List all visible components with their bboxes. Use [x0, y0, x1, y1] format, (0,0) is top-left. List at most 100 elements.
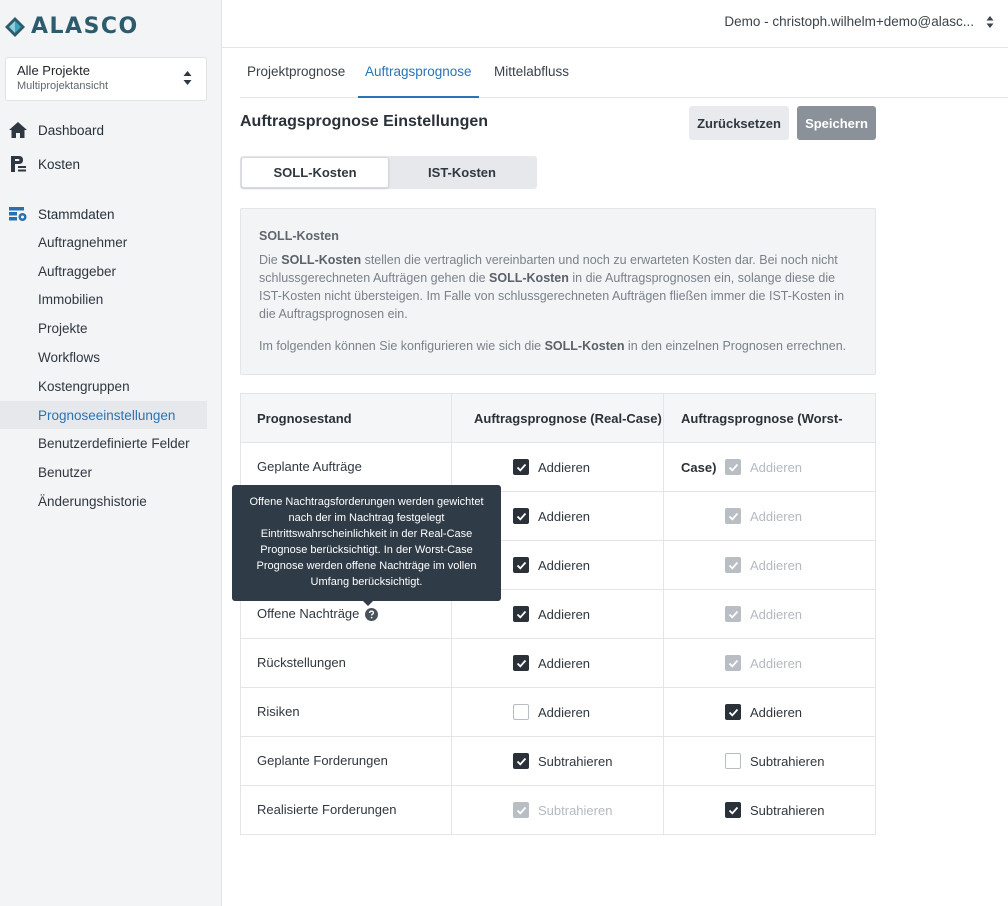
checkbox-cell-real[interactable]: Addieren [513, 590, 590, 638]
project-select-subtitle: Multiprojektansicht [17, 80, 109, 92]
cost-type-toggle: SOLL-Kosten IST-Kosten [240, 156, 537, 189]
checkbox-cell-worst[interactable]: Addieren [725, 688, 802, 736]
info-emphasis: SOLL-Kosten [544, 339, 625, 353]
updown-caret-icon [183, 71, 192, 85]
checkbox-worst[interactable] [725, 802, 741, 818]
checkbox-label: Subtrahieren [538, 802, 613, 818]
checkbox-cell-real[interactable]: Addieren [513, 443, 590, 491]
row-label-text: Geplante Forderungen [257, 753, 388, 768]
nav-label-stammdaten: Stammdaten [38, 206, 115, 222]
sidebar-item-prognoseeinstellungen[interactable]: Prognoseeinstellungen [0, 401, 207, 429]
row-label-text: Realisierte Forderungen [257, 802, 397, 817]
column-header-real-case: Auftragsprognose (Real-Case) [474, 411, 662, 426]
checkbox-label: Addieren [750, 459, 803, 475]
checkbox-real [513, 802, 529, 818]
user-select[interactable]: Demo - christoph.wilhelm+demo@alasc... [724, 14, 994, 29]
tooltip-line: nach der im Nachtrag festgelegt [288, 512, 445, 524]
checkbox-cell-worst[interactable]: Subtrahieren [725, 786, 824, 834]
row-label-text: Risiken [257, 704, 300, 719]
checkbox-real[interactable] [513, 655, 529, 671]
tooltip-line: Prognose berücksichtigt. In der Worst-Ca… [260, 544, 473, 556]
checkbox-label: Addieren [750, 704, 803, 720]
home-icon [9, 122, 27, 138]
sidebar-item-kostengruppen[interactable]: Kostengruppen [0, 372, 207, 400]
checkbox-real[interactable] [513, 508, 529, 524]
sidebar-item-benutzer[interactable]: Benutzer [0, 458, 207, 486]
row-label: Realisierte Forderungen [257, 786, 396, 834]
checkbox-cell-real[interactable]: Subtrahieren [513, 737, 612, 785]
reset-button[interactable]: Zurücksetzen [689, 106, 789, 140]
topbar: Demo - christoph.wilhelm+demo@alasc... [222, 0, 1008, 48]
table-header: Prognosestand Auftragsprognose (Real-Cas… [241, 394, 875, 475]
table-row: Rückstellungen Addieren Addieren [241, 639, 875, 688]
sidebar-item-immobilien[interactable]: Immobilien [0, 285, 207, 313]
checkbox-cell-real[interactable]: Addieren [513, 492, 590, 540]
tooltip-line: Eintrittswahrscheinlichkeit in der Real-… [260, 528, 473, 540]
checkbox-cell-worst: Addieren [725, 492, 802, 540]
sidebar-item-workflows[interactable]: Workflows [0, 343, 207, 371]
sidebar-item-projekte[interactable]: Projekte [0, 314, 207, 342]
checkbox-real[interactable] [513, 753, 529, 769]
checkbox-worst [725, 508, 741, 524]
checkbox-cell-worst[interactable]: Subtrahieren [725, 737, 824, 785]
checkbox-worst[interactable] [725, 704, 741, 720]
checkbox-label: Addieren [538, 655, 591, 671]
info-text: in den einzelnen Prognosen errechnen. [624, 339, 847, 353]
tab-mittelabfluss[interactable]: Mittelabfluss [487, 48, 576, 98]
sidebar-item-auftragnehmer[interactable]: Auftragnehmer [0, 228, 207, 256]
checkbox-cell-worst: Addieren [725, 443, 802, 491]
column-divider [663, 394, 664, 834]
checkbox-real[interactable] [513, 557, 529, 573]
toggle-ist-kosten[interactable]: IST-Kosten [388, 156, 536, 189]
nav-item-stammdaten[interactable]: Stammdaten [0, 201, 221, 227]
info-paragraph-1: Die SOLL-Kosten stellen die vertraglich … [259, 251, 857, 323]
column-divider [451, 394, 452, 834]
checkbox-real[interactable] [513, 459, 529, 475]
checkbox-label: Addieren [538, 606, 591, 622]
tooltip-line: Prognose werden offene Nachträge im voll… [256, 560, 477, 572]
column-header-worst-case: Auftragsprognose (Worst-Case) [681, 411, 843, 475]
toggle-soll-kosten[interactable]: SOLL-Kosten [241, 157, 389, 188]
checkbox-label: Addieren [750, 508, 803, 524]
project-select[interactable]: Alle Projekte Multiprojektansicht [5, 57, 207, 101]
info-title: SOLL-Kosten [259, 229, 339, 243]
nav-item-dashboard[interactable]: Dashboard [0, 117, 221, 143]
info-box: SOLL-Kosten Die SOLL-Kosten stellen die … [240, 208, 876, 375]
checkbox-cell-real[interactable]: Addieren [513, 688, 590, 736]
question-circle-icon[interactable] [365, 607, 379, 621]
checkbox-worst[interactable] [725, 753, 741, 769]
checkbox-real[interactable] [513, 704, 529, 720]
logo-text: ALASCO [31, 14, 139, 39]
checkbox-worst [725, 459, 741, 475]
sidebar-item-auftraggeber[interactable]: Auftraggeber [0, 257, 207, 285]
row-label-text: Geplante Aufträge [257, 459, 362, 474]
info-emphasis: SOLL-Kosten [489, 271, 569, 285]
save-button[interactable]: Speichern [797, 106, 876, 140]
checkbox-cell-real[interactable]: Addieren [513, 639, 590, 687]
nav-label-dashboard: Dashboard [38, 122, 105, 138]
tab-auftragsprognose[interactable]: Auftragsprognose [358, 48, 479, 98]
tab-bar: Projektprognose Auftragsprognose Mittela… [240, 48, 1008, 98]
checkbox-worst [725, 655, 741, 671]
checkbox-cell-real: Subtrahieren [513, 786, 612, 834]
tooltip-line: Offene Nachtragsforderungen werden gewic… [249, 496, 484, 508]
forecast-table: Prognosestand Auftragsprognose (Real-Cas… [240, 393, 876, 835]
logo[interactable]: ALASCO [4, 14, 139, 39]
checkbox-label: Addieren [750, 655, 803, 671]
checkbox-worst [725, 606, 741, 622]
checkbox-cell-worst: Addieren [725, 590, 802, 638]
row-label: Geplante Aufträge [257, 443, 362, 491]
checkbox-label: Subtrahieren [538, 753, 613, 769]
sidebar-item-benutzerdefinierte-felder[interactable]: Benutzerdefinierte Felder [0, 429, 207, 457]
info-emphasis: SOLL-Kosten [281, 253, 362, 267]
nav-item-kosten[interactable]: Kosten [0, 151, 221, 177]
tab-projektprognose[interactable]: Projektprognose [240, 48, 352, 98]
table-row: Geplante Forderungen Subtrahieren Subtrahi… [241, 737, 875, 786]
sidebar-item-aenderungshistorie[interactable]: Änderungshistorie [0, 487, 207, 515]
checkbox-real[interactable] [513, 606, 529, 622]
master-data-icon [9, 207, 27, 221]
checkbox-label: Subtrahieren [750, 802, 825, 818]
info-text: Die [259, 253, 282, 267]
checkbox-cell-real[interactable]: Addieren [513, 541, 590, 589]
checkbox-cell-worst: Addieren [725, 541, 802, 589]
